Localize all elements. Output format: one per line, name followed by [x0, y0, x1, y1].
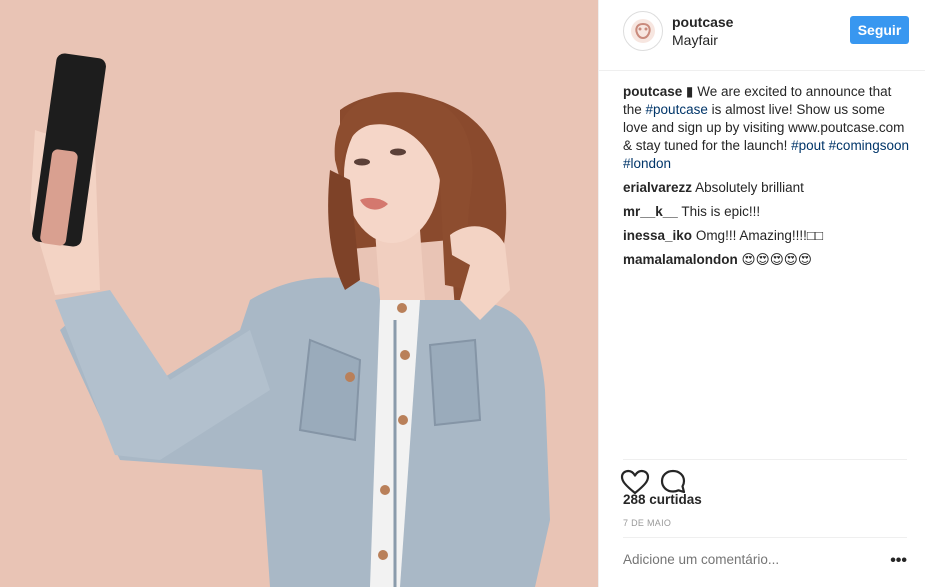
caption: poutcase ▮ We are excited to announce th… — [623, 83, 913, 173]
comment-item: mr__k__ This is epic!!! — [623, 203, 913, 221]
comment-username[interactable]: erialvarezz — [623, 180, 692, 195]
post-date[interactable]: 7 DE MAIO — [623, 518, 671, 528]
avatar[interactable] — [623, 11, 663, 51]
likes-count[interactable]: 288 curtidas — [623, 492, 702, 507]
post-header: poutcase Mayfair Seguir — [599, 0, 925, 71]
comment-username[interactable]: inessa_iko — [623, 228, 692, 243]
hashtag-link[interactable]: #poutcase — [646, 102, 708, 117]
hashtag-link[interactable]: #comingsoon — [829, 138, 909, 153]
comment-username[interactable]: mr__k__ — [623, 204, 678, 219]
hashtag-link[interactable]: #pout — [791, 138, 825, 153]
post-photo[interactable] — [0, 0, 598, 587]
action-bar — [620, 459, 907, 495]
post-view: poutcase Mayfair Seguir poutcase ▮ We ar… — [0, 0, 925, 587]
comment-item: erialvarezz Absolutely brilliant — [623, 179, 913, 197]
comment-text: This is epic!!! — [681, 204, 761, 219]
comment-text: 😍😍😍😍😍 — [741, 252, 812, 267]
comment-text: Absolutely brilliant — [695, 180, 804, 195]
follow-button[interactable]: Seguir — [850, 16, 909, 44]
comment-text: Omg!!! Amazing!!!!□□ — [695, 228, 824, 243]
comment-item: mamalamalondon 😍😍😍😍😍 — [623, 251, 913, 269]
header-username[interactable]: poutcase — [672, 14, 733, 30]
brand-logo-icon — [631, 19, 655, 43]
comment-item: inessa_iko Omg!!! Amazing!!!!□□ — [623, 227, 913, 245]
comment-username[interactable]: mamalamalondon — [623, 252, 738, 267]
post-photo-illustration — [0, 0, 598, 587]
header-location[interactable]: Mayfair — [672, 32, 718, 48]
add-comment-row: ••• — [623, 537, 907, 588]
caption-username[interactable]: poutcase — [623, 84, 682, 99]
hashtag-link[interactable]: #london — [623, 156, 671, 171]
comment-input[interactable] — [623, 552, 878, 567]
comments-list: poutcase ▮ We are excited to announce th… — [623, 83, 913, 275]
post-details-panel: poutcase Mayfair Seguir poutcase ▮ We ar… — [598, 0, 925, 587]
more-options-icon[interactable]: ••• — [890, 552, 907, 570]
